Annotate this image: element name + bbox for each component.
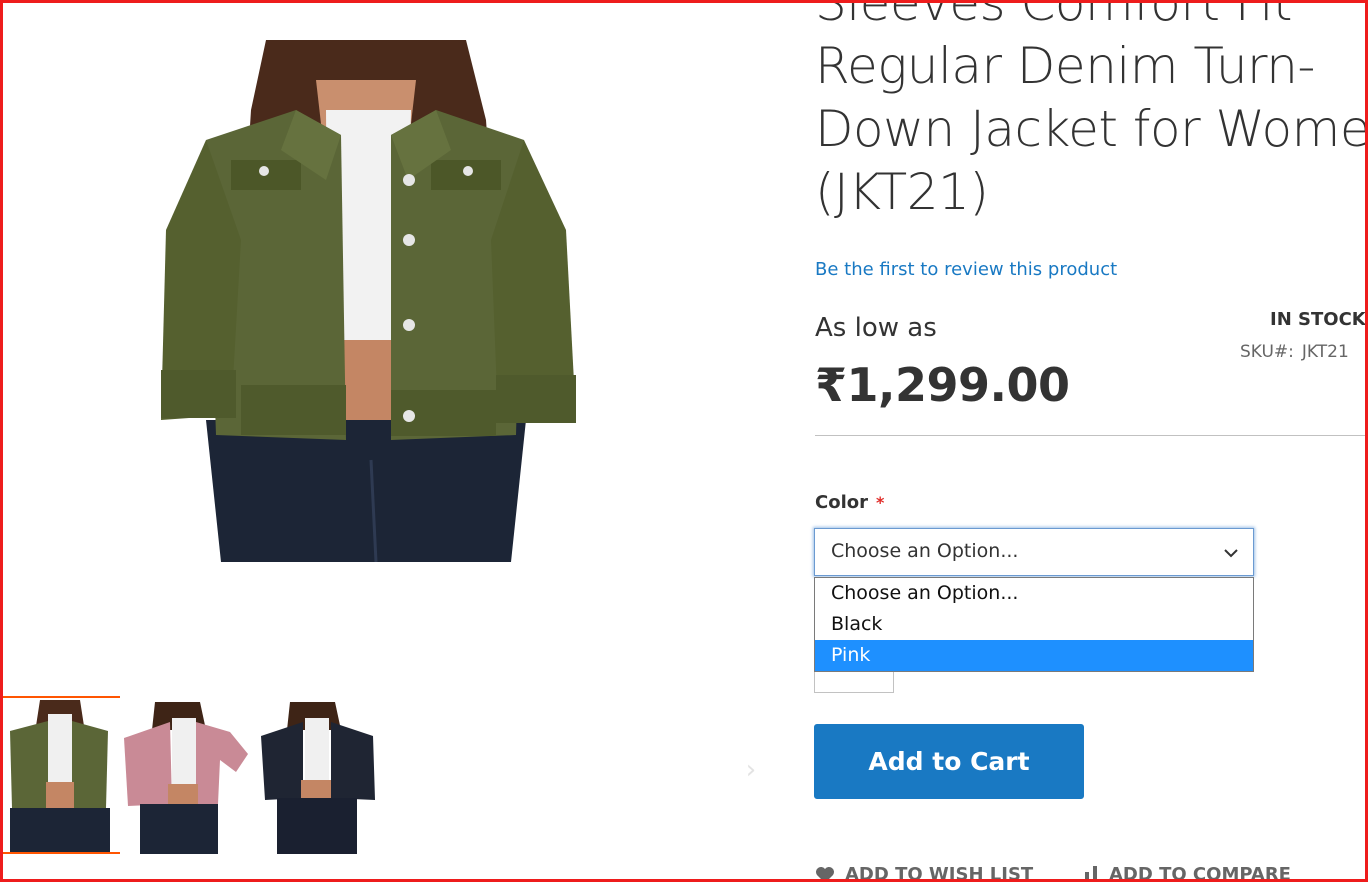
price-label: As low as <box>815 313 937 343</box>
stock-status: IN STOCK <box>1270 309 1366 330</box>
thumbnail-olive-jacket[interactable] <box>0 696 128 854</box>
color-label-text: Color <box>815 492 868 513</box>
chevron-down-icon <box>1224 549 1238 558</box>
main-product-image[interactable] <box>146 40 578 562</box>
compare-icon <box>1085 866 1097 882</box>
sku-line: SKU#: JKT21 <box>1240 342 1349 362</box>
dropdown-option-pink[interactable]: Pink <box>815 640 1253 671</box>
add-to-wishlist-link[interactable]: ADD TO WISH LIST <box>815 864 1033 882</box>
secondary-actions: ADD TO WISH LIST ADD TO COMPARE <box>815 862 1355 882</box>
add-to-wishlist-label: ADD TO WISH LIST <box>845 864 1034 882</box>
price-value: ₹1,299.00 <box>815 358 1070 412</box>
add-to-cart-button[interactable]: Add to Cart <box>814 724 1084 799</box>
heart-icon <box>816 867 834 882</box>
thumbnail-strip <box>0 696 390 858</box>
product-title: Sleeves Comfort Fit Regular Denim Turn-D… <box>815 0 1368 221</box>
sku-value: JKT21 <box>1301 342 1349 362</box>
required-mark: * <box>876 493 885 512</box>
color-option-label: Color * <box>815 492 884 513</box>
sku-label: SKU#: <box>1240 342 1294 362</box>
color-dropdown-list: Choose an Option... Black Pink <box>814 577 1254 672</box>
color-select[interactable]: Choose an Option... <box>814 528 1254 576</box>
divider <box>815 435 1365 436</box>
add-to-compare-link[interactable]: ADD TO COMPARE <box>1085 864 1291 882</box>
dropdown-option-choose[interactable]: Choose an Option... <box>815 578 1253 609</box>
chevron-right-icon[interactable]: › <box>742 756 760 784</box>
thumbnail-black-jacket[interactable] <box>255 696 383 854</box>
thumbnail-pink-jacket[interactable] <box>120 696 248 854</box>
color-select-value: Choose an Option... <box>831 540 1019 562</box>
dropdown-option-black[interactable]: Black <box>815 609 1253 640</box>
add-to-compare-label: ADD TO COMPARE <box>1109 864 1291 882</box>
review-link[interactable]: Be the first to review this product <box>815 259 1117 280</box>
